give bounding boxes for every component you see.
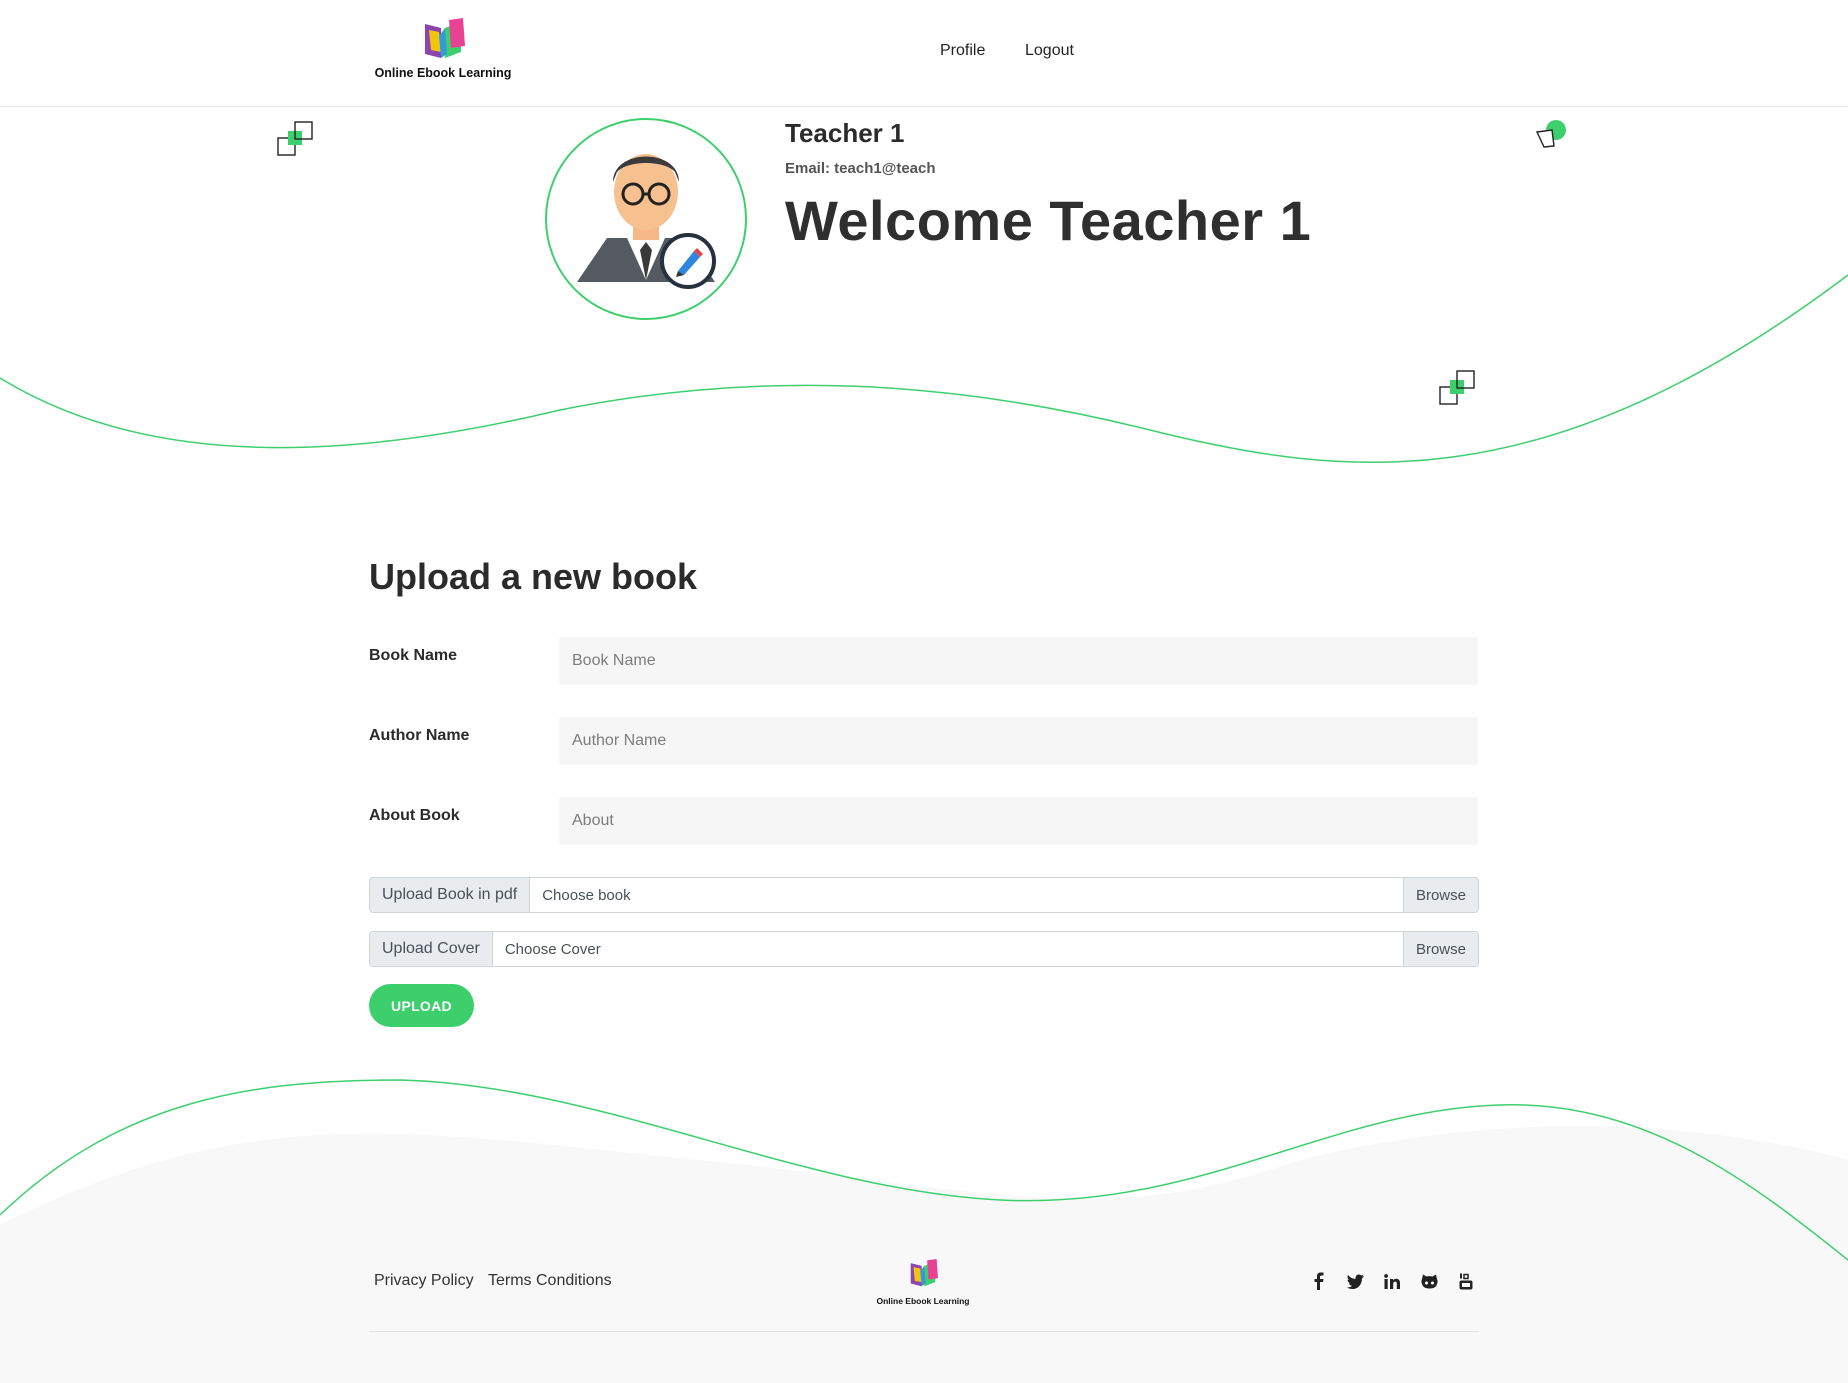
edit-avatar-button[interactable] [660, 233, 716, 289]
linkedin-icon[interactable] [1381, 1270, 1403, 1292]
upload-form-title: Upload a new book [369, 556, 698, 597]
youtube-icon[interactable] [1455, 1270, 1477, 1292]
decorative-squares [277, 121, 313, 156]
choose-book-field[interactable]: Choose book [530, 878, 1403, 912]
nav-logout-link[interactable]: Logout [1025, 42, 1074, 60]
twitter-icon[interactable] [1344, 1270, 1366, 1292]
site-logo-text: Online Ebook Learning [374, 66, 512, 80]
pencil-icon [676, 248, 703, 277]
site-logo[interactable]: Online Ebook Learning [372, 18, 514, 84]
upload-button[interactable]: UPLOAD [369, 984, 474, 1027]
book-name-label: Book Name [369, 647, 458, 664]
terms-conditions-link[interactable]: Terms Conditions [488, 1272, 612, 1290]
author-name-label: Author Name [369, 727, 470, 744]
book-pdf-prefix: Upload Book in pdf [370, 878, 531, 912]
about-book-label: About Book [369, 807, 460, 824]
book-logo-icon [425, 18, 465, 58]
footer-divider [369, 1331, 1479, 1332]
profile-avatar [545, 118, 747, 320]
teacher-avatar-illustration [577, 154, 715, 282]
site-header: Online Ebook Learning Profile Logout [0, 0, 1848, 107]
browse-book-button[interactable]: Browse [1402, 878, 1478, 912]
choose-cover-field[interactable]: Choose Cover [492, 932, 1403, 966]
facebook-icon[interactable] [1307, 1270, 1329, 1292]
browse-cover-button[interactable]: Browse [1402, 932, 1478, 966]
teacher-name: Teacher 1 [785, 118, 905, 148]
github-icon[interactable] [1418, 1270, 1440, 1292]
nav-profile-link[interactable]: Profile [940, 42, 985, 60]
about-book-input[interactable] [559, 797, 1478, 845]
footer-logo[interactable]: Online Ebook Learning [870, 1259, 976, 1306]
cover-file-input: Upload Cover Choose Cover Browse [369, 931, 1479, 967]
teacher-email: Email: teach1@teach [785, 160, 936, 177]
welcome-heading: Welcome Teacher 1 [785, 189, 1312, 252]
cover-prefix: Upload Cover [370, 932, 493, 966]
decorative-squares [1439, 370, 1475, 405]
book-name-input[interactable] [559, 637, 1478, 685]
privacy-policy-link[interactable]: Privacy Policy [374, 1272, 474, 1290]
book-pdf-file-input: Upload Book in pdf Choose book Browse [369, 877, 1479, 913]
decorative-dot-square [1535, 120, 1566, 148]
book-logo-icon [910, 1259, 938, 1287]
footer-logo-text: Online Ebook Learning [876, 1296, 970, 1306]
author-name-input[interactable] [559, 717, 1478, 765]
page: Online Ebook Learning Profile Logout Tea… [0, 0, 1848, 1383]
